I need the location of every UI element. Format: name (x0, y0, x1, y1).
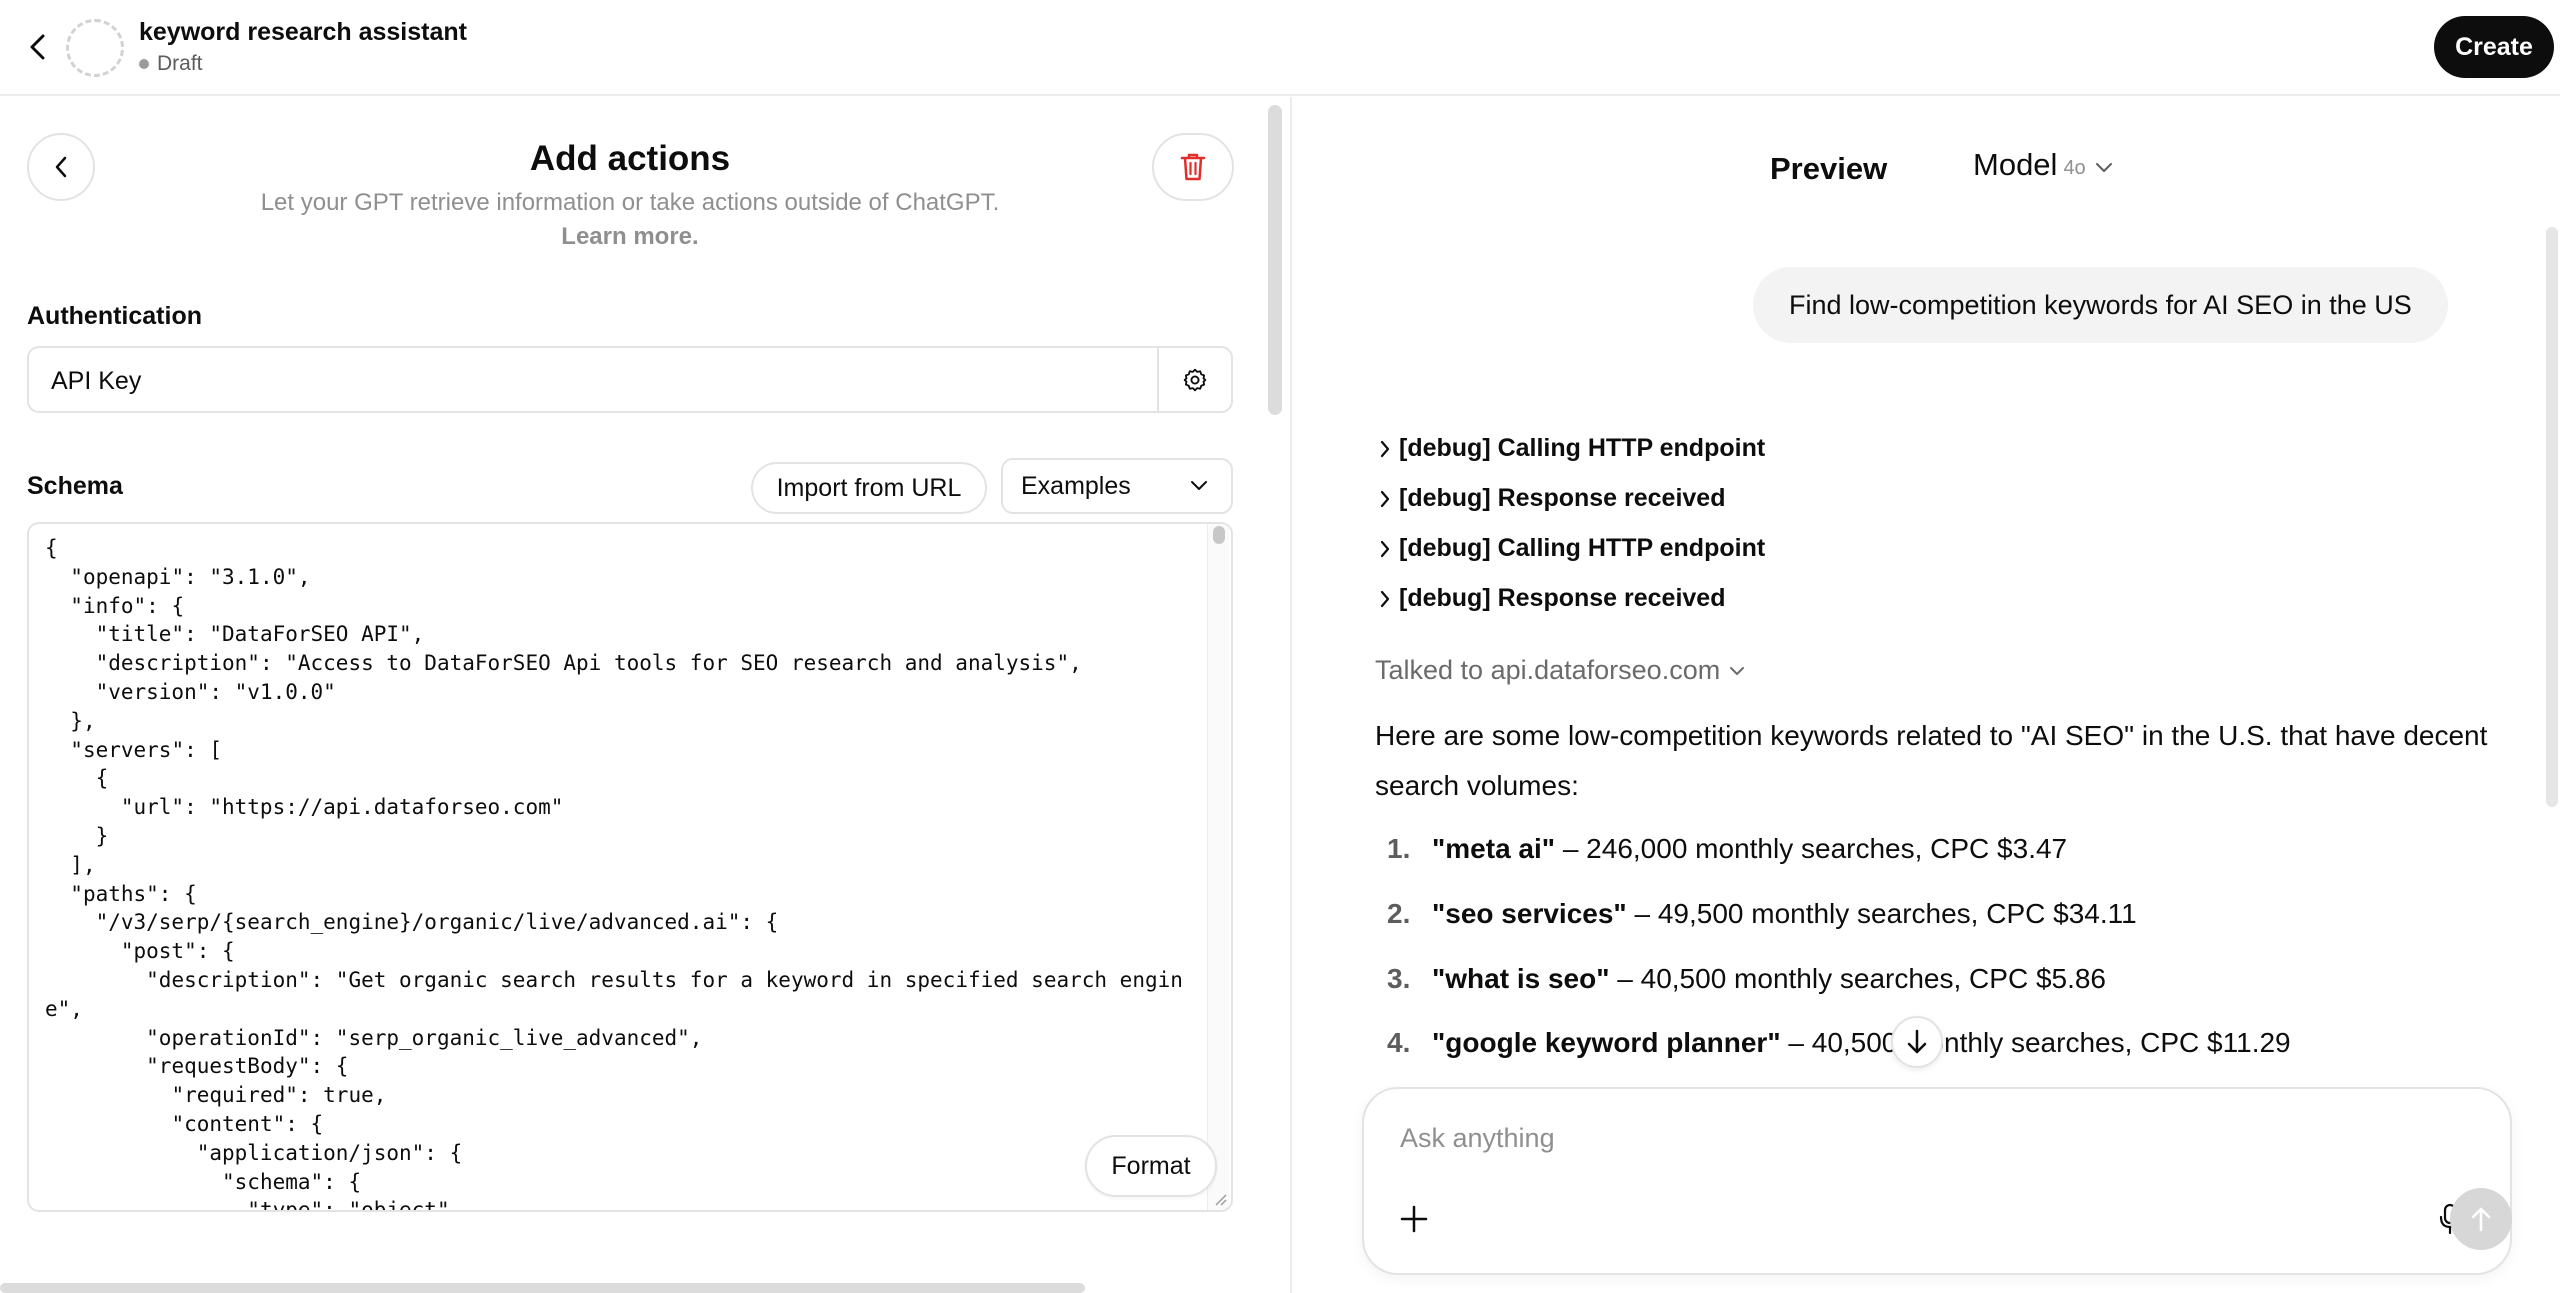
chevron-right-icon (1380, 540, 1390, 557)
schema-scrollbar-thumb[interactable] (1213, 526, 1225, 544)
keyword-list-item: 3. "what is seo" – 40,500 monthly searche… (1387, 963, 2106, 995)
keyword-detail: – 49,500 monthly searches, CPC $34.11 (1626, 898, 2137, 929)
keyword-name: "meta ai" (1432, 833, 1556, 864)
chevron-left-icon (30, 34, 45, 60)
schema-label: Schema (27, 472, 123, 500)
assistant-message-intro: Here are some low-competition keywords r… (1375, 720, 2488, 801)
chevron-right-icon (1380, 440, 1390, 457)
chat-input[interactable] (1400, 1123, 2460, 1154)
examples-dropdown-label: Examples (1021, 471, 1131, 500)
learn-more-link-text[interactable]: Learn more. (561, 223, 698, 250)
attach-button[interactable] (1394, 1199, 1434, 1239)
send-button[interactable] (2450, 1188, 2512, 1250)
actions-title: Add actions (529, 139, 731, 178)
debug-line-label: [debug] Response received (1399, 584, 1726, 612)
chevron-right-icon (1380, 590, 1390, 607)
debug-line[interactable]: [debug] Calling HTTP endpoint (1379, 434, 1765, 463)
keyword-name: "seo services" (1432, 898, 1627, 929)
schema-editor[interactable]: { "openapi": "3.1.0", "info": { "title":… (27, 522, 1233, 1212)
schema-scrollbar[interactable] (1207, 524, 1229, 1210)
preview-panel: Preview Model 4o Find low-competition ke… (1292, 97, 2560, 1293)
status-label: Draft (157, 52, 203, 75)
authentication-field[interactable]: API Key (27, 346, 1233, 413)
keyword-list-item: 2. "seo services" – 49,500 monthly search… (1387, 898, 2137, 930)
model-selector[interactable]: Model 4o (1973, 147, 2114, 183)
examples-dropdown[interactable]: Examples (1001, 458, 1233, 514)
talked-to-toggle[interactable]: Talked to api.dataforseo.com (1375, 655, 1746, 686)
actions-description: Let your GPT retrieve information or tak… (260, 189, 1000, 216)
keyword-detail: – 40,500 monthly searches, CPC $11.29 (1780, 1027, 2291, 1058)
status-dot-icon (139, 59, 149, 69)
debug-line-label: [debug] Response received (1399, 484, 1726, 512)
gear-icon (1183, 368, 1207, 391)
back-button[interactable] (20, 30, 54, 64)
authentication-settings-button[interactable] (1157, 348, 1231, 411)
left-panel-horizontal-scrollbar[interactable] (0, 1283, 1085, 1293)
learn-more-link: Learn more. (0, 223, 1260, 251)
gpt-name: keyword research assistant (139, 18, 467, 46)
schema-code[interactable]: { "openapi": "3.1.0", "info": { "title":… (45, 534, 1215, 1210)
resize-grip-icon[interactable] (1213, 1192, 1227, 1206)
format-button[interactable]: Format (1085, 1135, 1217, 1197)
chevron-down-icon (2095, 163, 2112, 172)
chevron-down-icon (1730, 666, 1745, 675)
arrow-down-icon (1907, 1029, 1927, 1054)
keyword-name: "google keyword planner" (1432, 1027, 1781, 1058)
chevron-down-icon (1191, 481, 1207, 490)
preview-title: Preview (1770, 151, 1888, 186)
keyword-number: 1. (1387, 833, 1411, 864)
talked-to-label: Talked to api.dataforseo.com (1375, 655, 1721, 685)
trash-icon (1180, 153, 1206, 181)
keyword-detail: – 246,000 monthly searches, CPC $3.47 (1555, 833, 2068, 864)
keyword-name: "what is seo" (1432, 963, 1610, 994)
keyword-list-item: 4. "google keyword planner" – 40,500 mont… (1387, 1027, 2291, 1059)
chevron-right-icon (1380, 490, 1390, 507)
model-label: Model (1973, 147, 2058, 182)
debug-line-label: [debug] Calling HTTP endpoint (1399, 534, 1766, 562)
authentication-label: Authentication (27, 302, 202, 330)
debug-line[interactable]: [debug] Response received (1379, 484, 1725, 513)
keyword-number: 2. (1387, 898, 1411, 929)
debug-line[interactable]: [debug] Response received (1379, 584, 1725, 613)
top-bar: keyword research assistant Draft Create (0, 0, 2560, 96)
import-from-url-button[interactable]: Import from URL (751, 462, 987, 514)
keyword-number: 4. (1387, 1027, 1411, 1058)
create-button[interactable]: Create (2434, 16, 2554, 78)
arrow-up-icon (2471, 1207, 2491, 1232)
keyword-list-item: 1. "meta ai" – 246,000 monthly searches, … (1387, 833, 2067, 865)
debug-line-label: [debug] Calling HTTP endpoint (1399, 434, 1766, 462)
left-panel-vertical-scrollbar[interactable] (1268, 105, 1282, 415)
chat-composer (1362, 1087, 2512, 1275)
gpt-avatar-placeholder[interactable] (66, 19, 124, 77)
keyword-number: 3. (1387, 963, 1411, 994)
authentication-value: API Key (51, 367, 142, 395)
delete-action-button[interactable] (1152, 133, 1234, 201)
gpt-status: Draft (139, 52, 203, 76)
model-version: 4o (2063, 156, 2086, 179)
plus-icon (1400, 1205, 1428, 1233)
keyword-detail: – 40,500 monthly searches, CPC $5.86 (1609, 963, 2107, 994)
scroll-to-bottom-button[interactable] (1891, 1016, 1943, 1068)
user-message-bubble: Find low-competition keywords for AI SEO… (1753, 267, 2448, 343)
debug-line[interactable]: [debug] Calling HTTP endpoint (1379, 534, 1765, 563)
preview-scrollbar[interactable] (2546, 227, 2558, 807)
actions-panel: Add actions Let your GPT retrieve inform… (0, 97, 1290, 1293)
